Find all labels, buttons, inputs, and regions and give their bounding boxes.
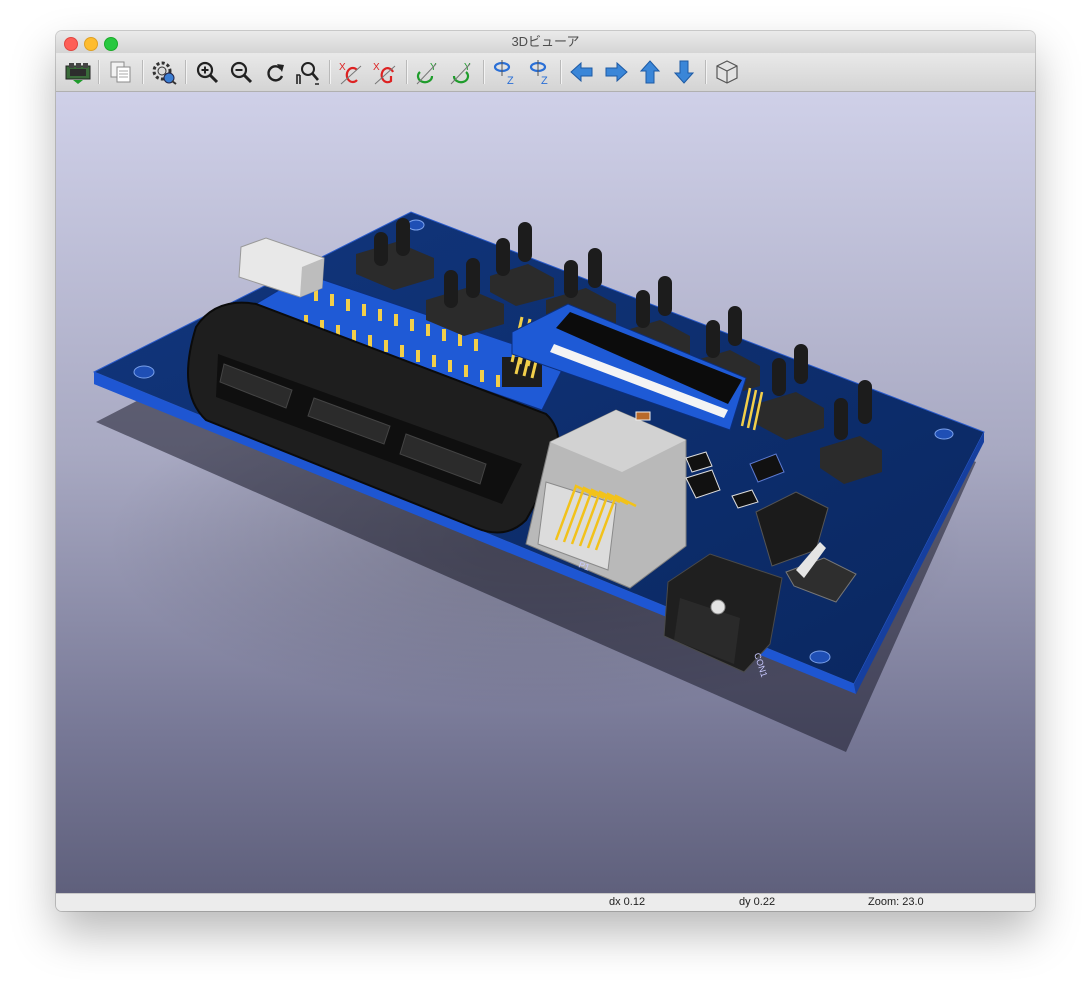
zoom-fit-icon (296, 62, 319, 85)
svg-text:Y: Y (430, 62, 437, 73)
gear-icon (152, 61, 177, 85)
move-down-button[interactable] (670, 58, 698, 86)
rotate-y-ccw-button[interactable]: Y (448, 58, 476, 86)
redraw-icon (267, 64, 284, 82)
rotate-x-cw-icon: X (339, 62, 362, 85)
status-bar: dx 0.12 dy 0.22 Zoom: 23.0 (56, 893, 1035, 911)
3d-viewport[interactable]: P1 CON1 (56, 92, 1035, 893)
zoom-in-button[interactable] (193, 58, 221, 86)
rotate-y-cw-button[interactable]: Y (414, 58, 442, 86)
zoom-out-button[interactable] (227, 58, 255, 86)
window-title: 3Dビューア (511, 34, 580, 49)
mounting-hole (809, 650, 831, 664)
zoom-out-icon (230, 61, 253, 84)
toolbar-separator (329, 60, 331, 84)
rotate-x-cw-button[interactable]: X (337, 58, 365, 86)
arrow-up-icon (639, 60, 661, 84)
rotate-y-ccw-icon: Y (450, 62, 471, 85)
redraw-button[interactable] (261, 58, 289, 86)
svg-text:Z: Z (541, 75, 548, 86)
toolbar-separator (705, 60, 707, 84)
move-up-button[interactable] (636, 58, 664, 86)
move-right-button[interactable] (602, 58, 630, 86)
svg-text:Z: Z (507, 75, 514, 86)
svg-text:Y: Y (464, 62, 471, 73)
render-settings-button[interactable] (150, 58, 178, 86)
rotate-y-cw-icon: Y (416, 62, 437, 85)
minimize-window-button[interactable] (84, 37, 98, 51)
reload-board-button[interactable] (64, 58, 92, 86)
toolbar: X X Y Y (56, 53, 1035, 92)
maximize-window-button[interactable] (104, 37, 118, 51)
toolbar-separator (142, 60, 144, 84)
toolbar-separator (406, 60, 408, 84)
viewer-window: 3Dビューア X X Z Z P1 CON1 dx 0.12 dy 0.22 Z… (56, 31, 1035, 911)
toolbar-separator (185, 60, 187, 84)
move-left-button[interactable] (568, 58, 596, 86)
arrow-down-icon (673, 60, 695, 84)
cube-icon (716, 60, 738, 84)
close-window-button[interactable] (64, 37, 78, 51)
rotate-z-cw-button[interactable]: Z (491, 58, 519, 86)
copy-image-button[interactable] (107, 58, 135, 86)
dc-jack-pin (710, 599, 726, 615)
mounting-hole (133, 365, 155, 379)
status-dx: dx 0.12 (609, 896, 646, 908)
mounting-hole (407, 219, 425, 231)
toolbar-separator (560, 60, 562, 84)
zoom-fit-button[interactable] (294, 58, 322, 86)
rotate-x-ccw-icon: X (373, 62, 396, 85)
rotate-z-cw-icon: Z (493, 60, 514, 86)
orthographic-toggle-button[interactable] (713, 58, 741, 86)
arrow-left-icon (570, 61, 593, 83)
copy-icon (110, 61, 131, 83)
rotate-z-ccw-button[interactable]: Z (525, 58, 553, 86)
zoom-in-icon (196, 61, 219, 84)
status-zoom: Zoom: 23.0 (868, 896, 924, 908)
reload-board-icon (65, 63, 91, 84)
status-dy: dy 0.22 (739, 896, 776, 908)
rotate-x-ccw-button[interactable]: X (371, 58, 399, 86)
title-bar: 3Dビューア (56, 31, 1035, 53)
svg-text:X: X (339, 62, 346, 73)
mounting-hole (934, 428, 954, 440)
pcb-render: P1 CON1 (92, 211, 985, 752)
toolbar-separator (98, 60, 100, 84)
rotate-z-ccw-icon: Z (529, 60, 548, 86)
svg-text:X: X (373, 62, 380, 73)
toolbar-separator (483, 60, 485, 84)
arrow-right-icon (605, 61, 628, 83)
